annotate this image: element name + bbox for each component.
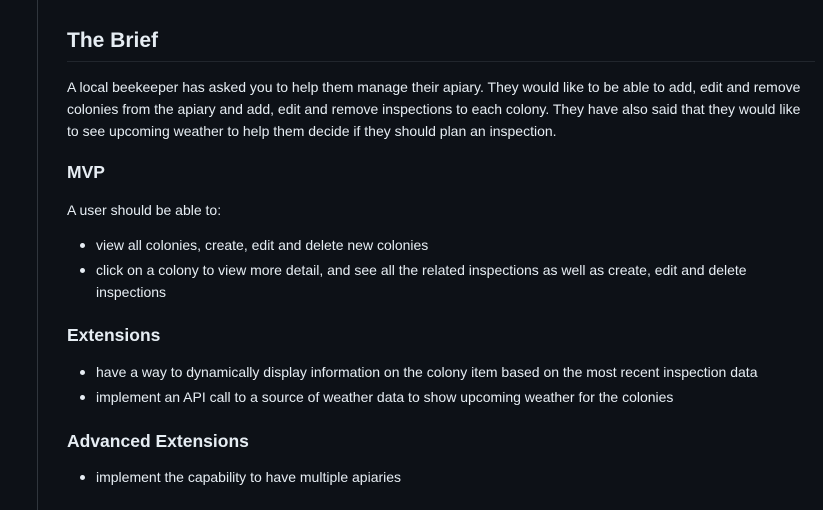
bullet-icon xyxy=(80,475,85,480)
extensions-heading: Extensions xyxy=(67,325,161,345)
list-item: click on a colony to view more detail, a… xyxy=(67,259,815,303)
left-border-rule xyxy=(37,0,38,510)
mvp-lead-text: A user should be able to: xyxy=(67,202,222,218)
advanced-extensions-list: implement the capability to have multipl… xyxy=(67,466,815,491)
list-item-text: click on a colony to view more detail, a… xyxy=(96,262,747,300)
list-item: implement an API call to a source of wea… xyxy=(67,386,815,408)
list-item-text: view all colonies, create, edit and dele… xyxy=(96,237,429,253)
page-title: The Brief xyxy=(67,29,159,52)
list-item: have a way to dynamically display inform… xyxy=(67,361,815,383)
bullet-icon xyxy=(80,370,85,375)
mvp-list: view all colonies, create, edit and dele… xyxy=(67,234,815,306)
list-item-text: implement the capability to have multipl… xyxy=(96,469,402,485)
readme-page: The Brief A local beekeeper has asked yo… xyxy=(0,0,823,510)
list-item-text: implement an API call to a source of wea… xyxy=(96,389,674,405)
advanced-extensions-heading: Advanced Extensions xyxy=(67,431,249,451)
intro-paragraph: A local beekeeper has asked you to help … xyxy=(67,79,801,139)
mvp-heading: MVP xyxy=(67,162,105,182)
title-divider xyxy=(67,61,815,62)
list-item: view all colonies, create, edit and dele… xyxy=(67,234,815,256)
extensions-list: have a way to dynamically display inform… xyxy=(67,361,815,411)
list-item-text: have a way to dynamically display inform… xyxy=(96,364,758,380)
bullet-icon xyxy=(80,268,85,273)
bullet-icon xyxy=(80,395,85,400)
bullet-icon xyxy=(80,243,85,248)
list-item: implement the capability to have multipl… xyxy=(67,466,815,488)
